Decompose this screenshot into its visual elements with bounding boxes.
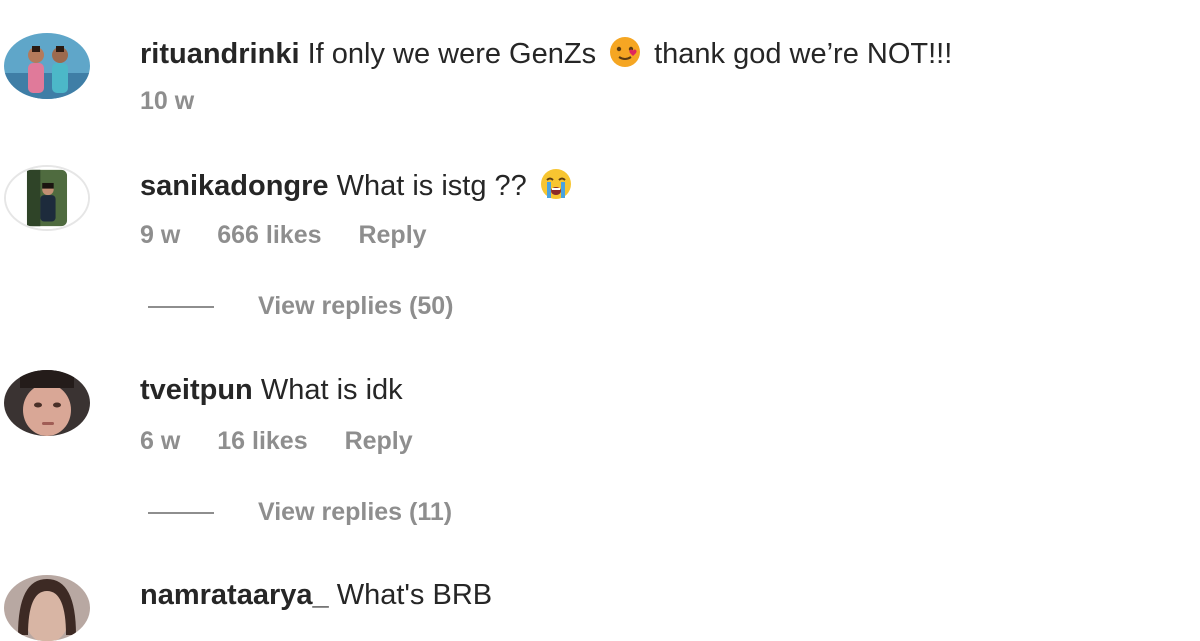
comment-text-line: namrataarya_ What's BRB bbox=[140, 577, 492, 613]
comment-timestamp: 6 w bbox=[140, 427, 181, 455]
reply-button[interactable]: Reply bbox=[358, 221, 426, 249]
comment-meta: 9 w 666 likes Reply bbox=[140, 220, 457, 250]
comment-text: What is istg ?? bbox=[336, 170, 527, 202]
view-replies-button[interactable]: View replies (11) bbox=[148, 497, 452, 527]
comment-username[interactable]: namrataarya_ bbox=[140, 579, 329, 611]
comment-text-line: sanikadongre What is istg ?? bbox=[140, 167, 585, 204]
divider-dash bbox=[148, 512, 214, 515]
comment-text: If only we were GenZs bbox=[307, 38, 597, 70]
view-replies-label: View replies (11) bbox=[258, 498, 453, 526]
comment-likes[interactable]: 666 likes bbox=[217, 221, 321, 249]
reply-button[interactable]: Reply bbox=[345, 427, 413, 455]
avatar[interactable] bbox=[4, 370, 90, 436]
avatar[interactable] bbox=[4, 575, 90, 641]
comment-text-line: tveitpun What is idk bbox=[140, 372, 403, 408]
avatar[interactable] bbox=[4, 33, 90, 99]
comment-text-continued: thank god we’re NOT!!! bbox=[654, 38, 953, 70]
loudly-crying-face-emoji bbox=[539, 167, 573, 201]
view-replies-button[interactable]: View replies (50) bbox=[148, 291, 453, 321]
comment-text: What is idk bbox=[260, 374, 403, 406]
comment-timestamp: 9 w bbox=[140, 221, 181, 249]
comment-username[interactable]: rituandrinki bbox=[140, 38, 300, 70]
comment-username[interactable]: sanikadongre bbox=[140, 170, 329, 202]
comment-text-line: rituandrinki If only we were GenZs thank … bbox=[140, 35, 952, 72]
avatar[interactable] bbox=[4, 165, 90, 231]
face-with-heart-emoji bbox=[608, 35, 642, 69]
comment-timestamp: 10 w bbox=[140, 87, 195, 115]
comment-likes[interactable]: 16 likes bbox=[217, 427, 307, 455]
comment-meta: 10 w bbox=[140, 86, 224, 116]
comment-text: What's BRB bbox=[336, 579, 493, 611]
comment-meta: 6 w 16 likes Reply bbox=[140, 426, 443, 456]
comment-username[interactable]: tveitpun bbox=[140, 374, 253, 406]
view-replies-label: View replies (50) bbox=[258, 292, 454, 320]
divider-dash bbox=[148, 306, 214, 309]
